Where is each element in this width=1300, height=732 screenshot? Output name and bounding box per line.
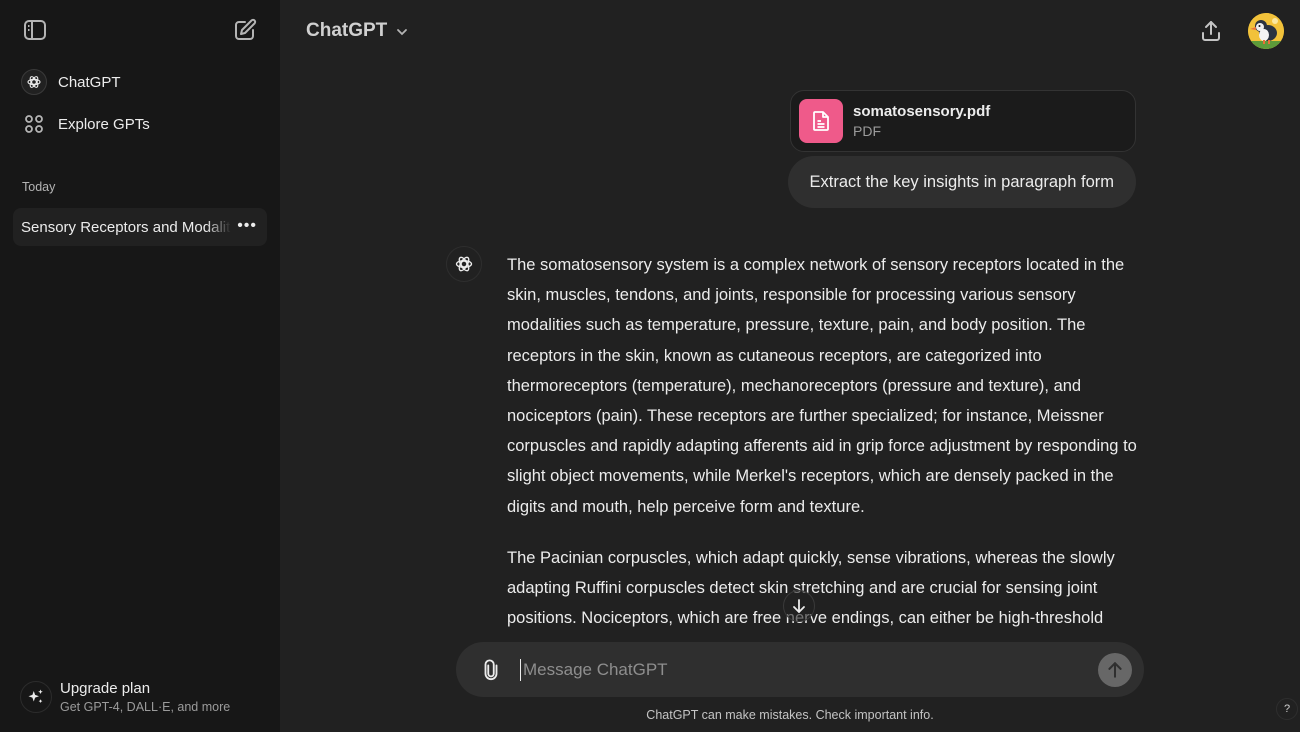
help-button[interactable]: ? (1276, 698, 1298, 720)
attach-button[interactable] (476, 655, 506, 685)
message-composer (456, 642, 1144, 697)
sidebar-toggle-icon (24, 20, 46, 40)
share-button[interactable] (1196, 16, 1226, 46)
assistant-message-text: The somatosensory system is a complex ne… (507, 250, 1137, 632)
sidebar: ChatGPT Explore GPTs Today Sensory Recep… (0, 0, 280, 732)
arrow-down-icon (793, 599, 805, 613)
openai-logo-icon (455, 256, 473, 272)
upgrade-subtitle: Get GPT-4, DALL·E, and more (60, 700, 231, 714)
attachment-type: PDF (853, 123, 881, 139)
disclaimer-text: ChatGPT can make mistakes. Check importa… (646, 708, 934, 722)
sidebar-item-explore-gpts[interactable]: Explore GPTs (0, 104, 280, 144)
main-panel: ChatGPT somatosensory.pdf PDF Extract th… (280, 0, 1300, 732)
assistant-avatar (446, 246, 482, 282)
sidebar-item-label: Explore GPTs (58, 115, 150, 133)
new-chat-button[interactable] (230, 15, 260, 45)
model-label: ChatGPT (306, 20, 388, 41)
chevron-down-icon (397, 29, 408, 36)
share-icon (1202, 21, 1220, 41)
user-message-block: somatosensory.pdf PDF Extract the key in… (787, 90, 1136, 208)
puffin-avatar-icon (1248, 13, 1284, 49)
assistant-message-viewport: The somatosensory system is a complex ne… (280, 246, 1300, 632)
top-bar: ChatGPT (280, 0, 1300, 62)
arrow-up-icon (1108, 661, 1122, 678)
send-button[interactable] (1098, 652, 1132, 687)
document-icon (799, 99, 843, 143)
app: ChatGPT Explore GPTs Today Sensory Recep… (0, 0, 1300, 732)
sidebar-item-label: ChatGPT (58, 73, 121, 91)
message-input[interactable] (520, 658, 1098, 681)
attachment-info: somatosensory.pdf PDF (853, 103, 990, 139)
openai-logo-icon (21, 69, 47, 95)
new-chat-icon (235, 18, 257, 40)
scroll-to-bottom-button[interactable] (783, 590, 815, 622)
user-message-bubble: Extract the key insights in paragraph fo… (787, 156, 1136, 208)
assistant-paragraph: The Pacinian corpuscles, which adapt qui… (507, 548, 1115, 628)
history-item-title: Sensory Receptors and Modalities (21, 218, 231, 236)
sidebar-header (0, 0, 280, 60)
paperclip-icon (484, 658, 498, 680)
chatgpt-nav-icon-wrap (20, 68, 48, 96)
more-options-icon[interactable]: ••• (237, 217, 257, 235)
upgrade-text: Upgrade plan Get GPT-4, DALL·E, and more (60, 680, 230, 714)
upgrade-plan-button[interactable]: Upgrade plan Get GPT-4, DALL·E, and more (20, 680, 230, 714)
assistant-paragraph: The somatosensory system is a complex ne… (507, 256, 1137, 516)
top-right-actions (1196, 13, 1284, 49)
sidebar-item-chatgpt[interactable]: ChatGPT (0, 62, 280, 102)
upgrade-title: Upgrade plan (60, 680, 151, 697)
history-section-label: Today (22, 180, 56, 194)
sparkles-icon (20, 681, 52, 713)
model-selector[interactable]: ChatGPT (306, 20, 409, 42)
grid-icon (20, 110, 48, 138)
sidebar-toggle-button[interactable] (20, 15, 50, 45)
attachment-name: somatosensory.pdf (853, 103, 991, 120)
attachment-card[interactable]: somatosensory.pdf PDF (790, 90, 1136, 152)
avatar[interactable] (1248, 13, 1284, 49)
history-item[interactable]: Sensory Receptors and Modalities ••• (13, 208, 267, 246)
